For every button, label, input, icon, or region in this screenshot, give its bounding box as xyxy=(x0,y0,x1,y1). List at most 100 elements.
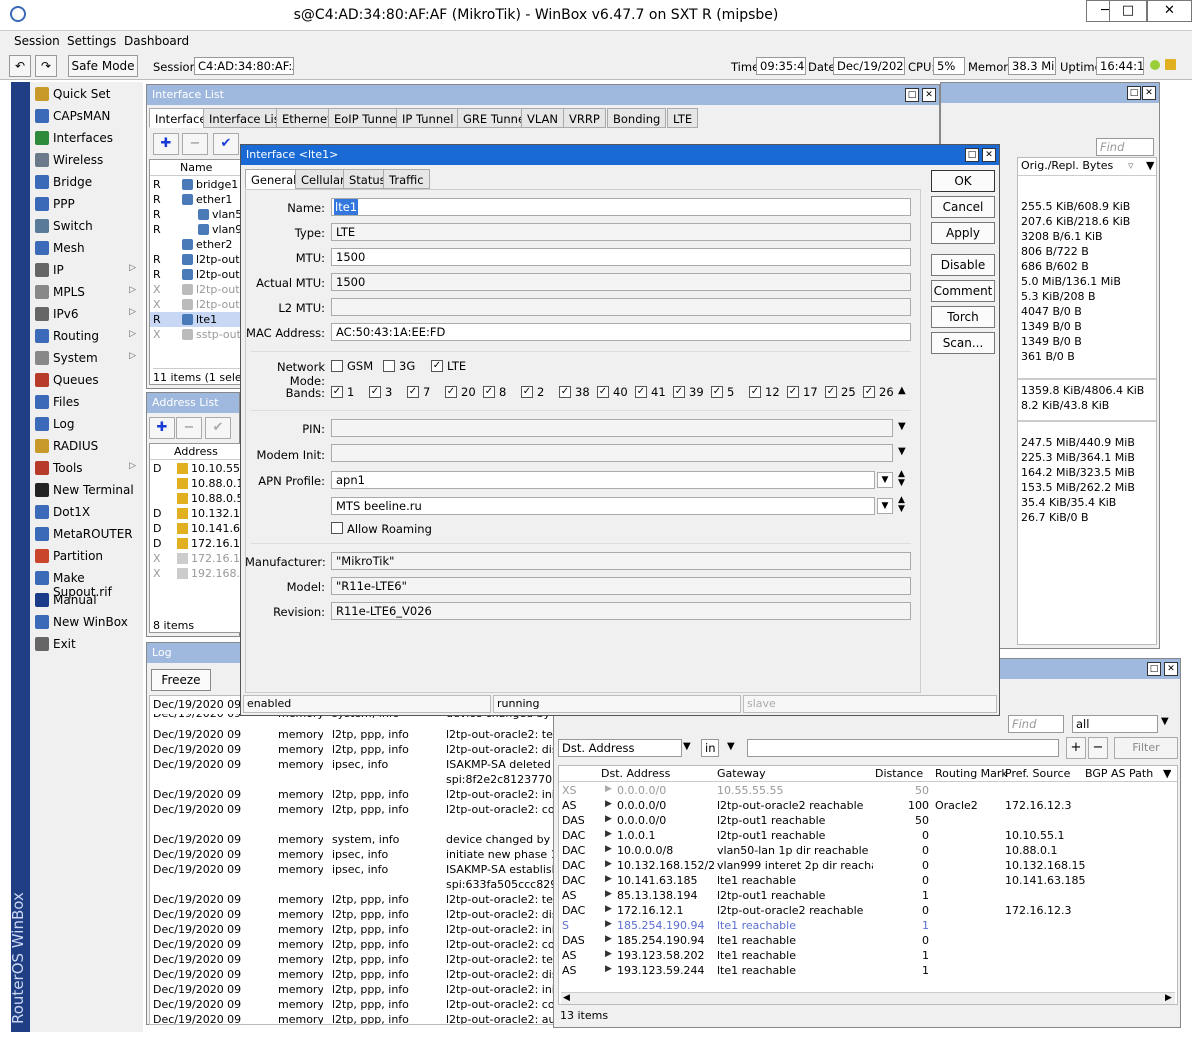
tab-eoip-tunnel[interactable]: EoIP Tunnel xyxy=(328,108,406,128)
band-17-checkbox[interactable]: ✓ xyxy=(787,386,799,398)
route-row[interactable]: DAC ▶ 1.0.0.1 l2tp-out1 reachable 0 10.10.55.… xyxy=(559,828,1177,843)
enable-icon[interactable]: ✔ xyxy=(205,417,231,439)
torch-button[interactable]: Torch xyxy=(931,306,995,328)
band-1-checkbox[interactable]: ✓ xyxy=(331,386,343,398)
disable-button[interactable]: Disable xyxy=(931,254,995,276)
band-7-checkbox[interactable]: ✓ xyxy=(407,386,419,398)
field-mtu[interactable]: 1500 xyxy=(331,248,911,266)
band-8-checkbox[interactable]: ✓ xyxy=(483,386,495,398)
tab-lte[interactable]: LTE xyxy=(667,108,699,128)
sidebar-item-interfaces[interactable]: Interfaces xyxy=(30,127,143,149)
col-routing-mark[interactable]: Routing Mark xyxy=(935,767,1008,780)
table-row[interactable]: D 10.132.168 xyxy=(150,506,240,521)
route-row[interactable]: DAS ▶ 185.254.190.94 lte1 reachable 0 xyxy=(559,933,1177,948)
route-row[interactable]: AS ▶ 193.123.58.202 lte1 reachable 1 xyxy=(559,948,1177,963)
remove-icon[interactable]: − xyxy=(176,417,202,439)
route-row[interactable]: S ▶ 185.254.190.94 lte1 reachable 1 xyxy=(559,918,1177,933)
network-mode-lte-checkbox[interactable]: ✓ xyxy=(431,360,443,372)
band-3-checkbox[interactable]: ✓ xyxy=(369,386,381,398)
table-row[interactable]: Rvlan50 xyxy=(150,207,240,222)
maximize-icon[interactable]: □ xyxy=(905,88,919,102)
log-row[interactable]: Dec/19/2020 09:23:28 memory l2tp, ppp, inf… xyxy=(150,967,554,982)
log-row[interactable]: Dec/19/2020 09:22:50 memory ipsec, info ini… xyxy=(150,847,554,862)
menu-settings[interactable]: Settings xyxy=(67,34,116,48)
log-row[interactable]: Dec/19/2020 09:23:22 memory ipsec, info ISA… xyxy=(150,862,554,877)
band-25-checkbox[interactable]: ✓ xyxy=(825,386,837,398)
scan-button[interactable]: Scan... xyxy=(931,332,995,354)
band-41-checkbox[interactable]: ✓ xyxy=(635,386,647,398)
sidebar-item-radius[interactable]: RADIUS xyxy=(30,435,143,457)
apn-profile-select-1[interactable]: apn1 xyxy=(331,471,875,489)
apply-button[interactable]: Apply xyxy=(931,222,995,244)
chevron-down-icon[interactable]: ▼ xyxy=(727,741,735,752)
chevron-down-icon[interactable]: ▼ xyxy=(877,498,893,514)
sidebar-item-mpls[interactable]: MPLS ▷ xyxy=(30,281,143,303)
log-row[interactable]: Dec/19/2020 09:23:28 memory l2tp, ppp, inf… xyxy=(150,997,554,1012)
log-row[interactable]: Dec/19/2020 09:23:28 memory l2tp, ppp, inf… xyxy=(150,892,554,907)
chevron-down-icon[interactable]: ▼ xyxy=(683,741,691,752)
scroll-right-icon[interactable]: ▶ xyxy=(1165,993,1172,1003)
route-row[interactable]: DAC ▶ 10.0.0.0/8 vlan50-lan 1p dir reachabl… xyxy=(559,843,1177,858)
apn-profile-select-2[interactable]: MTS beeline.ru xyxy=(331,497,875,515)
route-row[interactable]: AS ▶ 85.13.138.194 l2tp-out1 reachable 1 xyxy=(559,888,1177,903)
log-row[interactable]: Dec/19/2020 09:22:48 memory l2tp, ppp, inf… xyxy=(150,727,554,742)
band-26-checkbox[interactable]: ✓ xyxy=(863,386,875,398)
table-row[interactable]: Rl2tp-out1 xyxy=(150,267,240,282)
maximize-icon[interactable]: □ xyxy=(1147,662,1161,676)
scroll-left-icon[interactable]: ◀ xyxy=(563,993,570,1003)
sidebar-item-files[interactable]: Files xyxy=(30,391,143,413)
table-row[interactable]: X 172.16.18 xyxy=(150,551,240,566)
route-row[interactable]: DAC ▶ 172.16.12.1 l2tp-out-oracle2 reachabl… xyxy=(559,903,1177,918)
sidebar-item-partition[interactable]: Partition xyxy=(30,545,143,567)
col-bgp-as-path[interactable]: BGP AS Path xyxy=(1085,767,1153,780)
table-row[interactable]: D 172.16.12. xyxy=(150,536,240,551)
maximize-button[interactable]: □ xyxy=(1109,0,1147,22)
log-row[interactable]: Dec/19/2020 09:23:28 memory l2tp, ppp, inf… xyxy=(150,952,554,967)
chevron-down-icon[interactable]: ▼ xyxy=(1161,716,1169,727)
route-row[interactable]: AS ▶ 193.123.59.244 lte1 reachable 1 xyxy=(559,963,1177,978)
table-row[interactable]: Xsstp-out1 xyxy=(150,327,240,342)
close-icon[interactable]: ✕ xyxy=(982,148,996,162)
filter-select[interactable]: all xyxy=(1072,715,1158,733)
undo-button[interactable]: ↶ xyxy=(9,55,31,77)
enable-icon[interactable]: ✔ xyxy=(213,133,239,155)
field-name[interactable]: lte1 xyxy=(331,198,911,216)
col-address[interactable]: Address xyxy=(174,445,218,458)
filter-button[interactable]: Filter xyxy=(1114,737,1178,759)
sidebar-item-system[interactable]: System ▷ xyxy=(30,347,143,369)
chevron-down-icon[interactable]: ▼ xyxy=(898,446,906,457)
sidebar-item-queues[interactable]: Queues xyxy=(30,369,143,391)
log-row[interactable]: Dec/19/2020 09:23:30 memory l2tp, ppp, inf… xyxy=(150,1012,554,1024)
band-5-checkbox[interactable]: ✓ xyxy=(711,386,723,398)
log-row[interactable]: Dec/19/2020 09:22:49 memory system, info de… xyxy=(150,832,554,847)
add-remove-icon[interactable]: ▲ ▼ xyxy=(898,496,905,514)
close-icon[interactable]: ✕ xyxy=(1142,86,1156,100)
add-icon[interactable]: ✚ xyxy=(149,417,175,439)
band-20-checkbox[interactable]: ✓ xyxy=(445,386,457,398)
log-row[interactable]: Dec/19/2020 09:23:28 memory l2tp, ppp, inf… xyxy=(150,907,554,922)
log-row[interactable]: spi:633fa505ccc829ae xyxy=(150,877,554,892)
pin-input[interactable] xyxy=(331,419,893,437)
table-row[interactable]: Rvlan999 xyxy=(150,222,240,237)
ok-button[interactable]: OK xyxy=(931,170,995,192)
band-40-checkbox[interactable]: ✓ xyxy=(597,386,609,398)
sidebar-item-manual[interactable]: Manual xyxy=(30,589,143,611)
field-mac-address[interactable]: AC:50:43:1A:EE:FD xyxy=(331,323,911,341)
route-row[interactable]: DAS ▶ 0.0.0.0/0 l2tp-out1 reachable 50 xyxy=(559,813,1177,828)
chevron-down-icon[interactable]: ▼ xyxy=(877,472,893,488)
redo-button[interactable]: ↷ xyxy=(35,55,57,77)
collapse-icon[interactable]: ▲ xyxy=(898,385,906,396)
table-row[interactable]: Rlte1 xyxy=(150,312,240,327)
chevron-down-icon[interactable]: ▼ xyxy=(898,421,906,432)
add-remove-icon[interactable]: ▲ ▼ xyxy=(898,470,905,488)
table-row[interactable]: D 10.141.63. xyxy=(150,521,240,536)
route-row[interactable]: DAC ▶ 10.132.168.152/29 vlan999 interet 2p … xyxy=(559,858,1177,873)
sidebar-item-ip[interactable]: IP ▷ xyxy=(30,259,143,281)
table-row[interactable]: Rether1 xyxy=(150,192,240,207)
tab-vlan[interactable]: VLAN xyxy=(521,108,565,128)
network-mode-3g-checkbox[interactable] xyxy=(383,360,395,372)
table-row[interactable]: ether2 xyxy=(150,237,240,252)
log-row[interactable]: Dec/19/2020 09:22:49 memory l2tp, ppp, inf… xyxy=(150,787,554,802)
sidebar-item-new-winbox[interactable]: New WinBox xyxy=(30,611,143,633)
col-distance[interactable]: Distance xyxy=(875,767,923,780)
